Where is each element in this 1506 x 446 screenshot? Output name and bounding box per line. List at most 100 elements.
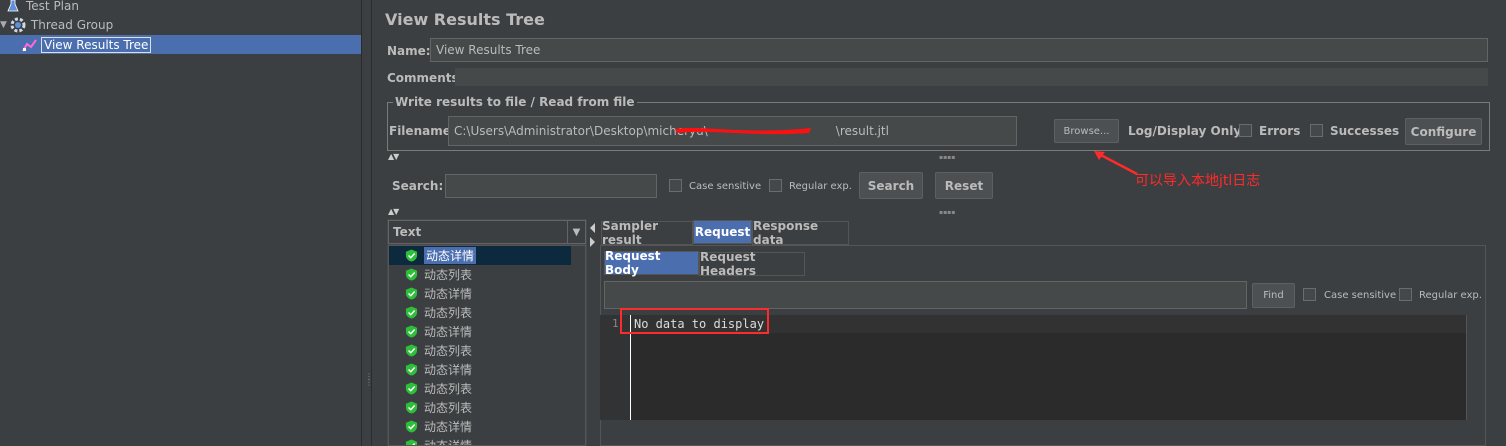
renderer-select-value: Text [393, 225, 422, 239]
search-label: Search: [392, 179, 444, 193]
expand-arrow-icon[interactable]: ▼ [0, 20, 7, 30]
result-list-item-label: 动态列表 [424, 306, 473, 320]
filename-value-prefix: C:\Users\Administrator\Desktop\micheryu\ [454, 124, 708, 138]
divider-grip[interactable]: ▪▪▪▪ [939, 209, 955, 216]
success-check-icon [405, 363, 418, 376]
results-list: 动态详情 动态列表 动态详情 动态列表 动态详情 动态列表 动态详情 动态列表 动态列表 动态详情… [388, 245, 586, 446]
flask-icon [7, 0, 19, 11]
search-button[interactable]: Search [859, 172, 923, 199]
success-check-icon [405, 249, 418, 262]
case-sensitive-checkbox[interactable] [669, 179, 682, 192]
result-list-item-label: 动态列表 [424, 344, 473, 358]
find-regex-checkbox[interactable] [1399, 288, 1412, 301]
result-tabs-area: Sampler result Request Response data Req… [596, 219, 1506, 446]
tree-item-label: View Results Tree [41, 36, 152, 53]
result-list-item[interactable]: 动态列表 [405, 265, 472, 284]
configure-button[interactable]: Configure [1405, 118, 1482, 145]
log-display-label: Log/Display Only: [1128, 124, 1246, 138]
annotation-arrow-icon [1094, 151, 1138, 176]
result-list-item-label: 动态列表 [424, 382, 473, 396]
filename-value-suffix: \result.jtl [835, 124, 889, 138]
case-sensitive-label: Case sensitive [689, 181, 762, 192]
view-results-tree-panel: View Results Tree Name: View Results Tre… [373, 0, 1506, 446]
result-list-item[interactable]: 动态详情 [405, 322, 472, 341]
results-list-pane: Text ▼ 动态详情 动态列表 动态详情 动态列表 动态详情 动态列表 动态详情 动态列表动… [387, 219, 587, 446]
tab-request[interactable]: Request [693, 220, 752, 244]
result-list-item[interactable]: 动态列表 [405, 398, 472, 417]
successes-checkbox[interactable] [1310, 124, 1323, 137]
editor-scrollbar[interactable] [1466, 315, 1482, 420]
divider-grip[interactable]: ▪▪▪▪ [939, 154, 955, 161]
success-check-icon [405, 344, 418, 357]
find-button[interactable]: Find [1252, 283, 1295, 308]
tab-request-body[interactable]: Request Body [604, 249, 699, 277]
browse-button[interactable]: Browse... [1054, 119, 1119, 143]
result-list-item-label: 动态详情 [424, 420, 473, 434]
find-regex-label: Regular exp. [1419, 290, 1482, 301]
search-input[interactable] [445, 174, 657, 198]
regex-checkbox[interactable] [769, 179, 782, 192]
result-list-item[interactable]: 动态详情 [405, 360, 472, 379]
chart-icon [22, 38, 37, 51]
result-list-item-label: 动态列表 [424, 401, 473, 415]
tab-sampler-result[interactable]: Sampler result [601, 219, 693, 247]
tab-response-data[interactable]: Response data [752, 219, 849, 247]
success-check-icon [405, 401, 418, 414]
tree-item-label: Thread Group [30, 17, 114, 32]
regex-label: Regular exp. [789, 181, 852, 192]
chevron-down-icon[interactable]: ▼ [567, 221, 585, 243]
name-label: Name: [387, 44, 431, 58]
result-list-item-label: 动态详情 [424, 439, 473, 446]
successes-label: Successes [1330, 124, 1400, 138]
result-list-item-label: 动态详情 [424, 363, 473, 377]
success-check-icon [405, 382, 418, 395]
success-check-icon [405, 420, 418, 433]
success-check-icon [405, 268, 418, 281]
result-list-item[interactable]: 动态列表 [405, 341, 472, 360]
success-check-icon [405, 439, 418, 445]
result-list-item[interactable]: 动态列表 [405, 379, 472, 398]
name-field[interactable]: View Results Tree [430, 38, 1488, 62]
line-number: 1 [612, 317, 619, 330]
success-check-icon [405, 306, 418, 319]
result-list-item[interactable]: 动态详情 [405, 436, 473, 446]
find-input[interactable] [604, 281, 1247, 309]
result-list-item-label: 动态详情 [424, 325, 473, 339]
collapse-arrows-icon[interactable]: ▲▼ [388, 152, 399, 161]
split-arrows-icon[interactable] [588, 221, 596, 251]
annotation-text: 可以导入本地jtl日志 [1135, 173, 1261, 189]
filename-label: Filename [389, 124, 451, 138]
result-list-item[interactable]: 动态列表 [405, 303, 472, 322]
result-list-item[interactable]: 动态详情 [389, 246, 571, 265]
collapse-arrows-icon[interactable]: ▲▼ [388, 207, 399, 216]
reset-button[interactable]: Reset [935, 172, 993, 199]
page-title: View Results Tree [385, 10, 545, 29]
tree-item-label: Test Plan [26, 0, 79, 13]
tree-item-thread-group[interactable]: ▼ Thread Group [0, 15, 113, 34]
tree-item-test-plan[interactable]: Test Plan [6, 0, 79, 15]
splitter-grip[interactable]: ⋮ ⋮ [365, 373, 373, 387]
result-list-item-label: 动态列表 [424, 268, 473, 282]
tab-request-headers[interactable]: Request Headers [699, 250, 805, 278]
success-check-icon [405, 325, 418, 338]
gear-icon [10, 17, 26, 32]
test-plan-tree: Test Plan ▼ Thread Group View Results Tr… [0, 0, 362, 446]
comments-field[interactable] [455, 68, 1488, 86]
result-list-item[interactable]: 动态详情 [405, 417, 472, 436]
file-section-title: Write results to file / Read from file [393, 95, 637, 109]
renderer-select[interactable]: Text ▼ [388, 220, 586, 244]
pane-splitter[interactable]: ⋮ ⋮ [362, 0, 373, 446]
result-list-item[interactable]: 动态详情 [405, 284, 472, 303]
find-case-sensitive-label: Case sensitive [1324, 290, 1397, 301]
redaction-mark [675, 128, 811, 135]
result-list-item-label: 动态详情 [424, 247, 477, 264]
errors-checkbox[interactable] [1239, 124, 1252, 137]
vertical-splitter[interactable] [588, 219, 596, 446]
errors-label: Errors [1259, 124, 1301, 138]
result-list-item-label: 动态详情 [424, 287, 473, 301]
comments-label: Comments: [387, 71, 464, 85]
tree-item-view-results-tree[interactable]: View Results Tree [0, 35, 361, 54]
success-check-icon [405, 287, 418, 300]
find-case-sensitive-checkbox[interactable] [1303, 288, 1316, 301]
annotation-highlight-box [620, 308, 769, 334]
